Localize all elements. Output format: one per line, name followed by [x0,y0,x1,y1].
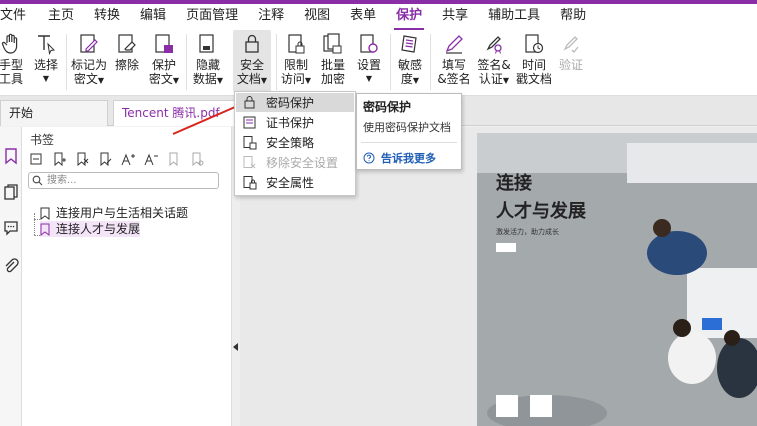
menu-view[interactable]: 视图 [294,4,340,30]
tab-start[interactable]: 开始 [0,100,108,126]
search-icon [32,175,43,186]
apply-redaction-button[interactable]: 保护 密文▼ [146,30,182,92]
secure-document-button[interactable]: 安全 文档▼ [233,30,271,92]
ribbon-toolbar: 手型 工具 选择 ▼ 标记为 密文▼ 擦除 保护 密文▼ 隐藏 数据▼ 安全 文… [0,30,757,96]
bookmarks-toolbar [28,151,209,167]
tooltip-title: 密码保护 [363,100,412,114]
move-bookmark-icon[interactable] [97,151,117,167]
settings-button[interactable]: 设置 ▼ [353,30,385,92]
protect-redaction-icon [155,34,173,53]
security-policy-item[interactable]: 安全策略 [236,133,354,152]
collapse-arrow-icon[interactable] [233,343,238,351]
restrict-access-icon [288,34,305,54]
add-bookmark-icon[interactable] [51,151,71,167]
hide-data-button[interactable]: 隐藏 数据▼ [190,30,226,92]
clock-icon [525,34,544,54]
lock-icon [244,96,255,109]
verify-button[interactable]: 验证 [556,30,586,92]
menu-accessibility[interactable]: 辅助工具 [478,4,550,30]
pdf-page: 连接 人才与发展 激发活力，助力成长 [477,133,757,426]
sign-certify-button[interactable]: 签名& 认证▼ [475,30,513,92]
certificate-protect-item[interactable]: 证书保护 [236,113,354,132]
left-navigation-bar [0,127,22,426]
gear-icon [360,34,378,53]
hide-data-icon [199,34,214,53]
eraser-icon [118,34,136,53]
bookmark-icon [40,223,50,236]
password-protect-tooltip: 密码保护 使用密码保护文档 告诉我更多 [356,93,462,170]
secure-document-dropdown: 密码保护 证书保护 安全策略 移除安全设置 安全属性 [234,91,356,196]
mark-redaction-button[interactable]: 标记为 密文▼ [70,30,108,92]
sign-certify-icon [486,36,502,54]
cover-decoration [496,395,518,417]
tooltip-description: 使用密码保护文档 [363,121,451,134]
batch-encrypt-button[interactable]: 批量 加密 [316,30,350,92]
bookmark-settings-icon[interactable] [189,151,209,167]
tell-me-more-link[interactable]: 告诉我更多 [363,150,436,166]
pages-panel-icon[interactable] [2,183,20,201]
bookmark-item[interactable]: 连接用户与生活相关话题 [40,205,188,221]
menu-bar: 文件 主页 转换 编辑 页面管理 注释 视图 表单 保护 共享 辅助工具 帮助 [0,0,757,30]
lock-icon [245,34,259,53]
menu-home[interactable]: 主页 [36,4,84,30]
menu-convert[interactable]: 转换 [84,4,130,30]
font-increase-icon[interactable] [120,151,140,167]
comments-panel-icon[interactable] [2,219,20,237]
menu-protect[interactable]: 保护 [386,4,432,30]
cover-title-line2: 人才与发展 [496,201,586,222]
bookmark-properties-icon[interactable] [166,151,186,167]
chevron-down-icon: ▼ [42,74,50,83]
menu-help[interactable]: 帮助 [550,4,596,30]
chevron-down-icon: ▼ [365,74,373,83]
batch-encrypt-icon [323,33,342,54]
sensitivity-button[interactable]: 敏感 度▼ [394,30,426,92]
menu-comment[interactable]: 注释 [248,4,294,30]
menu-share[interactable]: 共享 [432,4,478,30]
help-icon [363,152,375,164]
font-decrease-icon[interactable] [143,151,163,167]
cover-decoration [530,395,552,417]
timestamp-button[interactable]: 时间 戳文档 [514,30,554,92]
verify-icon [563,36,579,53]
restrict-access-button[interactable]: 限制 访问▼ [279,30,313,92]
remove-security-item[interactable]: 移除安全设置 [236,153,354,172]
bookmark-search-input[interactable]: 搜索... [28,172,219,189]
erase-button[interactable]: 擦除 [112,30,142,92]
attachment-panel-icon[interactable] [2,257,20,275]
cover-title-line1: 连接 [496,173,532,194]
bookmark-panel-icon[interactable] [2,147,20,165]
cover-decoration [496,243,516,252]
properties-lock-icon [243,176,257,190]
bookmarks-panel: 书签 搜索... 连接用户与生活相关话题 连接人才与发展 [22,127,232,426]
text-select-icon [38,35,56,56]
security-properties-item[interactable]: 安全属性 [236,173,354,192]
bookmark-item[interactable]: 连接人才与发展 [40,221,141,237]
delete-bookmark-icon[interactable] [74,151,94,167]
expand-all-icon[interactable] [28,151,48,167]
select-button[interactable]: 选择 ▼ [30,30,62,92]
menu-edit[interactable]: 编辑 [130,4,176,30]
fill-sign-button[interactable]: 填写 &签名 [434,30,474,92]
sensitivity-icon [401,35,417,53]
menu-page-manage[interactable]: 页面管理 [176,4,248,30]
certificate-icon [243,116,256,129]
password-protect-item[interactable]: 密码保护 [236,93,354,112]
hand-icon [1,33,18,54]
pen-icon [445,35,463,54]
remove-lock-icon [243,156,256,169]
mark-redaction-icon [80,34,98,53]
hand-tool-button[interactable]: 手型 工具 [0,30,26,92]
menu-file[interactable]: 文件 [0,4,36,30]
bookmark-icon [40,207,50,220]
policy-icon [243,136,257,150]
bookmarks-title: 书签 [30,133,55,147]
menu-form[interactable]: 表单 [340,4,386,30]
cover-subtitle: 激发活力，助力成长 [496,228,559,236]
